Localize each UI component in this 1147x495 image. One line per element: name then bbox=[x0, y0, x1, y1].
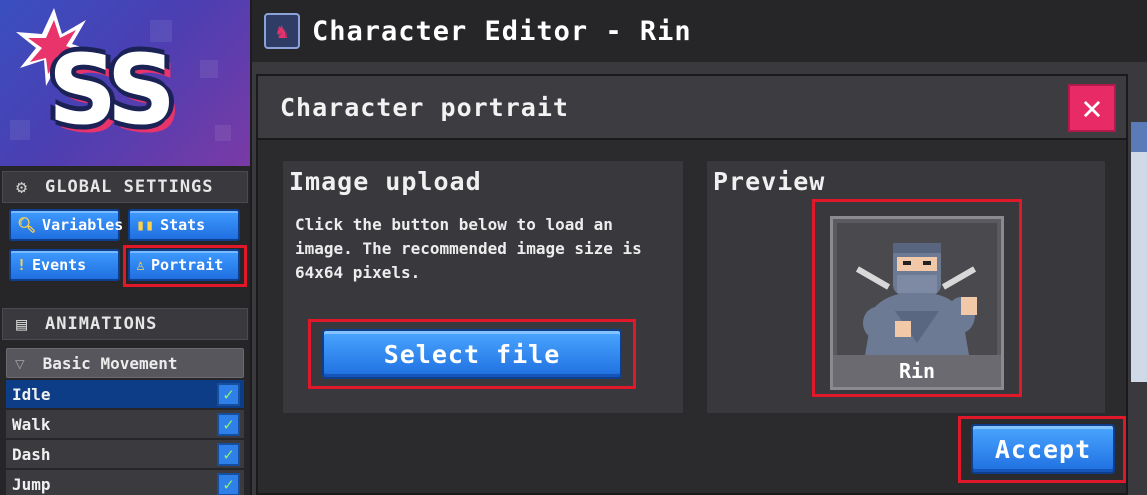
exclamation-icon: ! bbox=[17, 256, 27, 274]
sidebar: SS ⚙ GLOBAL SETTINGS 🔍︎ Variables ▮▮ Sta… bbox=[0, 0, 250, 495]
funnel-icon: ▽ bbox=[15, 353, 25, 373]
app-logo: SS bbox=[0, 0, 250, 166]
dialog-title: Character portrait bbox=[280, 92, 569, 122]
animations-header: ▤ ANIMATIONS bbox=[2, 308, 248, 340]
group-label: Basic Movement bbox=[42, 353, 178, 373]
checkbox-checked-icon[interactable]: ✓ bbox=[217, 443, 240, 466]
global-settings-label: GLOBAL SETTINGS bbox=[45, 177, 214, 197]
gear-icon: ⚙ bbox=[16, 176, 28, 198]
window-title-bar: ♞ Character Editor - Rin bbox=[252, 0, 1147, 62]
variables-label: Variables bbox=[42, 216, 124, 234]
logo-text: SS bbox=[48, 34, 176, 146]
image-upload-title: Image upload bbox=[289, 167, 482, 196]
animation-item-dash[interactable]: Dash ✓ bbox=[6, 440, 244, 469]
character-icon: ♞ bbox=[264, 13, 300, 49]
bar-chart-icon: ▮▮ bbox=[136, 216, 155, 234]
window-title: Character Editor - Rin bbox=[312, 15, 692, 47]
close-button[interactable]: ✕ bbox=[1068, 84, 1116, 132]
stats-button[interactable]: ▮▮ Stats bbox=[128, 209, 240, 241]
portrait-image bbox=[837, 223, 997, 355]
global-settings-header: ⚙ GLOBAL SETTINGS bbox=[2, 171, 248, 203]
portrait-name-plate: Rin bbox=[833, 355, 1001, 387]
background-strip bbox=[1131, 122, 1147, 382]
animations-label: ANIMATIONS bbox=[45, 314, 158, 334]
variables-button[interactable]: 🔍︎ Variables bbox=[9, 209, 124, 241]
animation-item-idle[interactable]: Idle ✓ bbox=[6, 380, 244, 409]
events-label: Events bbox=[32, 256, 87, 274]
animation-item-jump[interactable]: Jump ✓ bbox=[6, 470, 244, 495]
close-icon: ✕ bbox=[1081, 88, 1103, 128]
background-strip-accent bbox=[1131, 122, 1147, 152]
animation-label: Jump bbox=[12, 474, 51, 494]
animation-label: Dash bbox=[12, 444, 51, 464]
portrait-dialog: Character portrait ✕ Image upload Click … bbox=[256, 74, 1128, 495]
dialog-header: Character portrait ✕ bbox=[258, 76, 1126, 140]
events-button[interactable]: ! Events bbox=[9, 249, 120, 281]
film-icon: ▤ bbox=[16, 313, 28, 335]
ninja-portrait-art bbox=[837, 223, 997, 355]
checkbox-checked-icon[interactable]: ✓ bbox=[217, 413, 240, 436]
character-portrait: Rin bbox=[830, 216, 1004, 390]
animation-item-walk[interactable]: Walk ✓ bbox=[6, 410, 244, 439]
group-basic-movement[interactable]: ▽ Basic Movement bbox=[6, 348, 244, 378]
portrait-highlight-frame bbox=[123, 245, 247, 287]
checkbox-checked-icon[interactable]: ✓ bbox=[217, 383, 240, 406]
animation-label: Idle bbox=[12, 384, 51, 404]
checkbox-checked-icon[interactable]: ✓ bbox=[217, 473, 240, 495]
app-root: SS ⚙ GLOBAL SETTINGS 🔍︎ Variables ▮▮ Sta… bbox=[0, 0, 1147, 495]
preview-title: Preview bbox=[713, 167, 826, 196]
select-file-button[interactable]: Select file bbox=[322, 329, 622, 379]
animation-label: Walk bbox=[12, 414, 51, 434]
stats-label: Stats bbox=[160, 216, 206, 234]
search-icon: 🔍︎ bbox=[17, 216, 37, 234]
accept-button[interactable]: Accept bbox=[971, 424, 1115, 474]
image-upload-description: Click the button below to load an image.… bbox=[295, 215, 642, 282]
